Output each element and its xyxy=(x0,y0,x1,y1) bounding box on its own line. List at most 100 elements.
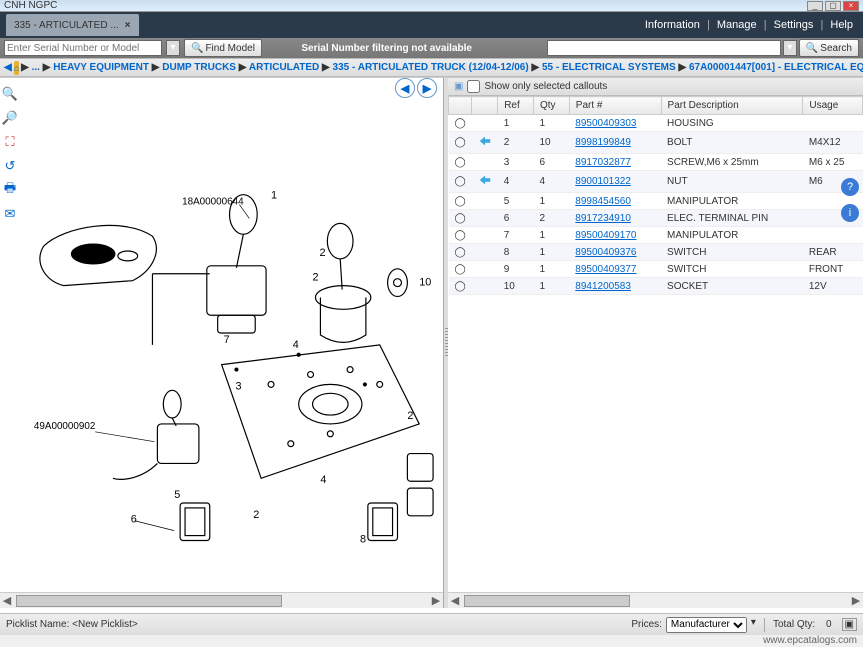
table-row[interactable]: ◯7189500409170MANIPULATOR xyxy=(449,227,863,244)
row-radio[interactable]: ◯ xyxy=(449,115,472,132)
cell-part[interactable]: 8900101322 xyxy=(569,171,661,193)
table-row[interactable]: ◯518998454560MANIPULATOR xyxy=(449,193,863,210)
svg-text:2: 2 xyxy=(313,272,319,284)
table-row[interactable]: ◯1189500409303HOUSING xyxy=(449,115,863,132)
cell-part[interactable]: 89500409303 xyxy=(569,115,661,132)
breadcrumb-item[interactable]: ARTICULATED xyxy=(249,62,319,73)
cell-part[interactable]: 8998454560 xyxy=(569,193,661,210)
breadcrumb-item[interactable]: 335 - ARTICULATED TRUCK (12/04-12/06) xyxy=(333,62,529,73)
row-radio[interactable]: ◯ xyxy=(449,154,472,171)
search-input[interactable] xyxy=(547,40,781,56)
row-radio[interactable]: ◯ xyxy=(449,171,472,193)
cell-part[interactable]: 8998199849 xyxy=(569,132,661,154)
row-radio[interactable]: ◯ xyxy=(449,210,472,227)
tab-close-icon[interactable]: × xyxy=(125,20,131,31)
row-radio[interactable]: ◯ xyxy=(449,261,472,278)
collapse-icon[interactable]: ▣ xyxy=(454,81,463,92)
diagram-hscroll[interactable]: ◀▶ xyxy=(0,592,443,608)
expand-icon[interactable]: ▣ xyxy=(842,618,857,631)
cell-part[interactable]: 8941200583 xyxy=(569,278,661,295)
cell-part[interactable]: 89500409376 xyxy=(569,244,661,261)
serial-input[interactable] xyxy=(4,40,162,56)
table-row[interactable]: ◯2108998199849BOLTM4X12 xyxy=(449,132,863,154)
serial-dropdown-button[interactable]: ▾ xyxy=(166,40,180,56)
prev-page-button[interactable]: ◀ xyxy=(395,78,415,98)
zoom-out-icon[interactable]: 🔎 xyxy=(2,110,18,126)
link-information[interactable]: Information xyxy=(645,19,700,31)
prices-select[interactable]: Manufacturer xyxy=(666,617,747,633)
table-row[interactable]: ◯448900101322NUTM6 xyxy=(449,171,863,193)
find-model-button[interactable]: 🔍 Find Model xyxy=(184,39,262,57)
row-note-icon[interactable] xyxy=(472,132,498,154)
breadcrumb-item[interactable]: DUMP TRUCKS xyxy=(162,62,236,73)
print-icon[interactable]: 🖶 xyxy=(2,182,18,198)
cell-desc: SWITCH xyxy=(661,244,803,261)
row-note-icon[interactable] xyxy=(472,171,498,193)
table-row[interactable]: ◯368917032877SCREW,M6 x 25mmM6 x 25 xyxy=(449,154,863,171)
col-ref[interactable]: Ref xyxy=(498,97,534,115)
minimize-button[interactable]: _ xyxy=(807,1,823,11)
cell-desc: MANIPULATOR xyxy=(661,227,803,244)
col-usage[interactable]: Usage xyxy=(803,97,863,115)
row-radio[interactable]: ◯ xyxy=(449,278,472,295)
search-icon: 🔍 xyxy=(191,43,203,54)
table-row[interactable]: ◯628917234910ELEC. TERMINAL PIN xyxy=(449,210,863,227)
breadcrumb-item[interactable]: 67A00001447[001] - ELECTRICAL EQUIPMENTS… xyxy=(689,62,863,73)
cell-usage xyxy=(803,115,863,132)
row-note-icon xyxy=(472,278,498,295)
cell-ref: 3 xyxy=(498,154,534,171)
col-qty[interactable]: Qty xyxy=(534,97,570,115)
show-only-checkbox[interactable] xyxy=(467,80,480,93)
col-select[interactable] xyxy=(449,97,472,115)
next-page-button[interactable]: ▶ xyxy=(417,78,437,98)
parts-table: Ref Qty Part # Part Description Usage ◯1… xyxy=(448,96,863,295)
email-icon[interactable]: ✉ xyxy=(2,206,18,222)
row-radio[interactable]: ◯ xyxy=(449,244,472,261)
cell-ref: 4 xyxy=(498,171,534,193)
parts-diagram[interactable]: 1 2 3 4 5 6 7 8 9 10 2 2 2 4 8 xyxy=(24,86,439,584)
search-dropdown-button[interactable]: ▾ xyxy=(783,40,797,56)
link-help[interactable]: Help xyxy=(830,19,853,31)
picklist-name[interactable]: <New Picklist> xyxy=(72,619,138,630)
home-icon[interactable]: ⌂ xyxy=(14,61,19,75)
cell-part[interactable]: 8917032877 xyxy=(569,154,661,171)
svg-text:10: 10 xyxy=(419,277,431,289)
table-row[interactable]: ◯9189500409377SWITCHFRONT xyxy=(449,261,863,278)
link-manage[interactable]: Manage xyxy=(717,19,757,31)
cell-desc: ELEC. TERMINAL PIN xyxy=(661,210,803,227)
fit-icon[interactable]: ⛶ xyxy=(2,134,18,150)
cell-part[interactable]: 89500409170 xyxy=(569,227,661,244)
tab-model[interactable]: 335 - ARTICULATED ... × xyxy=(6,14,139,36)
col-desc[interactable]: Part Description xyxy=(661,97,803,115)
cell-part[interactable]: 89500409377 xyxy=(569,261,661,278)
breadcrumb-item[interactable]: HEAVY EQUIPMENT xyxy=(53,62,149,73)
table-hscroll[interactable]: ◀▶ xyxy=(448,592,863,608)
cell-part[interactable]: 8917234910 xyxy=(569,210,661,227)
col-part[interactable]: Part # xyxy=(569,97,661,115)
search-button[interactable]: 🔍 Search xyxy=(799,39,859,57)
svg-text:6: 6 xyxy=(131,514,137,526)
breadcrumb: ◀ ⌂ ▶ ... ▶ HEAVY EQUIPMENT ▶ DUMP TRUCK… xyxy=(0,58,863,77)
table-row[interactable]: ◯1018941200583SOCKET12V xyxy=(449,278,863,295)
breadcrumb-item[interactable]: 55 - ELECTRICAL SYSTEMS xyxy=(542,62,676,73)
col-note[interactable] xyxy=(472,97,498,115)
zoom-in-icon[interactable]: 🔍 xyxy=(2,86,18,102)
maximize-button[interactable]: ▢ xyxy=(825,1,841,11)
svg-text:8: 8 xyxy=(360,534,366,546)
prices-dropdown-button[interactable]: ▾ xyxy=(751,617,756,633)
top-links: Information | Manage | Settings | Help xyxy=(641,19,857,31)
help-bubble-icon[interactable]: ? xyxy=(841,178,859,196)
link-settings[interactable]: Settings xyxy=(774,19,814,31)
svg-text:5: 5 xyxy=(174,489,180,501)
row-radio[interactable]: ◯ xyxy=(449,193,472,210)
breadcrumb-item[interactable]: ... xyxy=(32,62,40,73)
back-icon[interactable]: ◀ xyxy=(4,62,12,73)
row-note-icon xyxy=(472,193,498,210)
svg-text:2: 2 xyxy=(319,247,325,259)
reset-icon[interactable]: ↺ xyxy=(2,158,18,174)
row-radio[interactable]: ◯ xyxy=(449,132,472,154)
info-icon[interactable]: i xyxy=(841,204,859,222)
table-row[interactable]: ◯8189500409376SWITCHREAR xyxy=(449,244,863,261)
close-button[interactable]: × xyxy=(843,1,859,11)
row-radio[interactable]: ◯ xyxy=(449,227,472,244)
